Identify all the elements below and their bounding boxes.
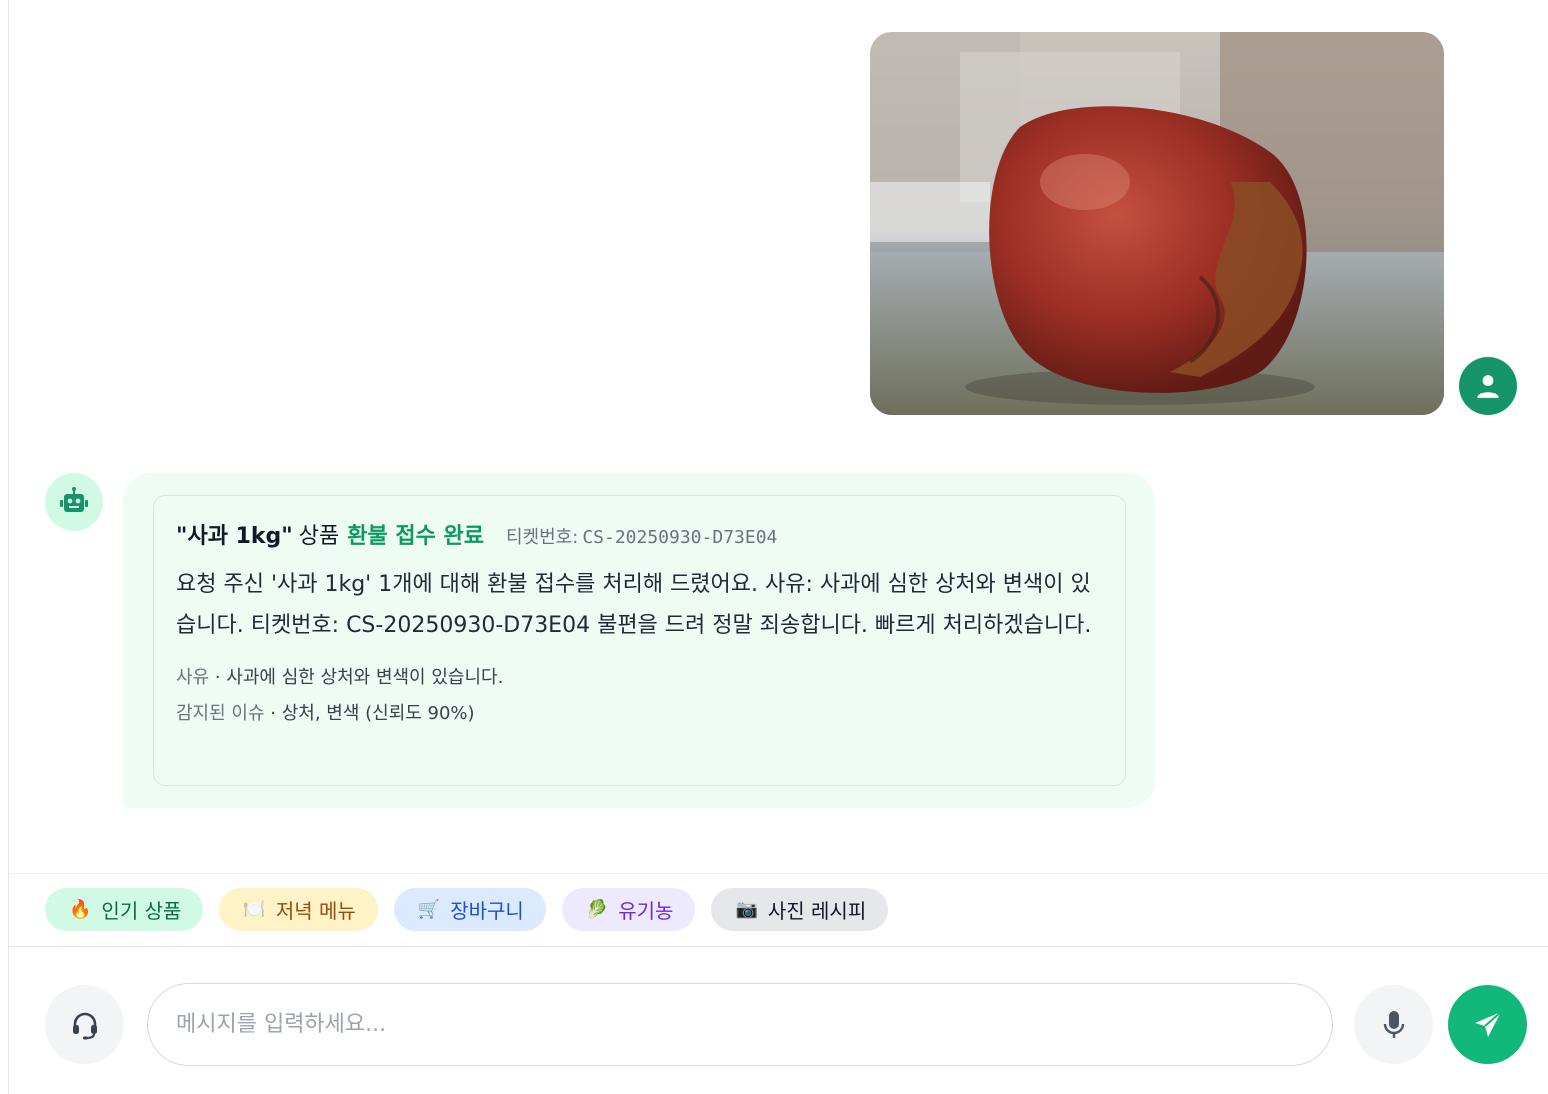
microphone-icon — [1383, 1010, 1404, 1038]
headset-icon — [72, 1012, 97, 1039]
product-suffix: 상품 — [298, 524, 340, 549]
product-name: "사과 1kg" — [176, 524, 293, 549]
ticket-number: CS-20250930-D73E04 — [582, 527, 778, 548]
chips-divider-bottom — [9, 946, 1548, 947]
issue-separator: · — [264, 703, 282, 724]
send-button[interactable] — [1448, 985, 1527, 1064]
reason-value: 사과에 심한 상처와 변색이 있습니다. — [226, 667, 504, 688]
chip-label: 인기 상품 — [101, 899, 182, 923]
reason-separator: · — [209, 667, 227, 688]
user-avatar — [1459, 357, 1517, 415]
message-input[interactable] — [147, 983, 1333, 1066]
user-photo-message[interactable] — [870, 32, 1444, 415]
apple-photo — [870, 32, 1444, 415]
refund-status: 환불 접수 완료 — [347, 524, 484, 549]
plate-icon: 🍽️ — [243, 899, 266, 920]
camera-icon: 📷 — [735, 899, 758, 920]
reason-row: 사유 · 사과에 심한 상처와 변색이 있습니다. — [176, 660, 1103, 696]
bot-message-bubble: "사과 1kg" 상품 환불 접수 완료 티켓번호: CS-20250930-D… — [123, 473, 1155, 808]
refund-card-header: "사과 1kg" 상품 환불 접수 완료 티켓번호: CS-20250930-D… — [176, 518, 1103, 558]
chip-cart[interactable]: 🛒 장바구니 — [393, 888, 546, 931]
refund-message-body: 요청 주신 '사과 1kg' 1개에 대해 환불 접수를 처리해 드렸어요. 사… — [176, 572, 1092, 638]
quick-chips: 🔥 인기 상품 🍽️ 저녁 메뉴 🛒 장바구니 🥬 유기농 📷 사진 레시피 — [45, 888, 889, 931]
chip-label: 저녁 메뉴 — [275, 899, 356, 923]
bot-avatar — [45, 473, 103, 531]
issue-key: 감지된 이슈 — [176, 703, 265, 724]
cart-icon: 🛒 — [417, 899, 441, 920]
leafy-green-icon: 🥬 — [585, 899, 609, 920]
robot-icon — [60, 487, 88, 512]
chip-label: 유기농 — [618, 899, 674, 923]
chips-divider-top — [9, 873, 1548, 874]
refund-card: "사과 1kg" 상품 환불 접수 완료 티켓번호: CS-20250930-D… — [153, 495, 1126, 786]
chip-dinner-menu[interactable]: 🍽️ 저녁 메뉴 — [219, 888, 378, 931]
send-icon — [1474, 1010, 1502, 1037]
chip-popular-products[interactable]: 🔥 인기 상품 — [45, 888, 204, 931]
chip-photo-recipe[interactable]: 📷 사진 레시피 — [711, 888, 889, 931]
microphone-button[interactable] — [1354, 985, 1433, 1064]
refund-meta: 사유 · 사과에 심한 상처와 변색이 있습니다. 감지된 이슈 · 상처, 변… — [176, 660, 1103, 732]
ticket-label: 티켓번호: — [506, 527, 579, 548]
support-button[interactable] — [45, 985, 124, 1064]
chat-app: "사과 1kg" 상품 환불 접수 완료 티켓번호: CS-20250930-D… — [8, 0, 1548, 1094]
chip-organic[interactable]: 🥬 유기농 — [561, 888, 696, 931]
chip-label: 장바구니 — [450, 899, 524, 923]
chip-label: 사진 레시피 — [767, 899, 867, 923]
fire-icon: 🔥 — [69, 899, 92, 920]
issue-value: 상처, 변색 (신뢰도 90%) — [281, 703, 475, 724]
reason-key: 사유 — [176, 667, 210, 688]
issue-row: 감지된 이슈 · 상처, 변색 (신뢰도 90%) — [176, 696, 1103, 732]
user-icon — [1477, 375, 1499, 398]
